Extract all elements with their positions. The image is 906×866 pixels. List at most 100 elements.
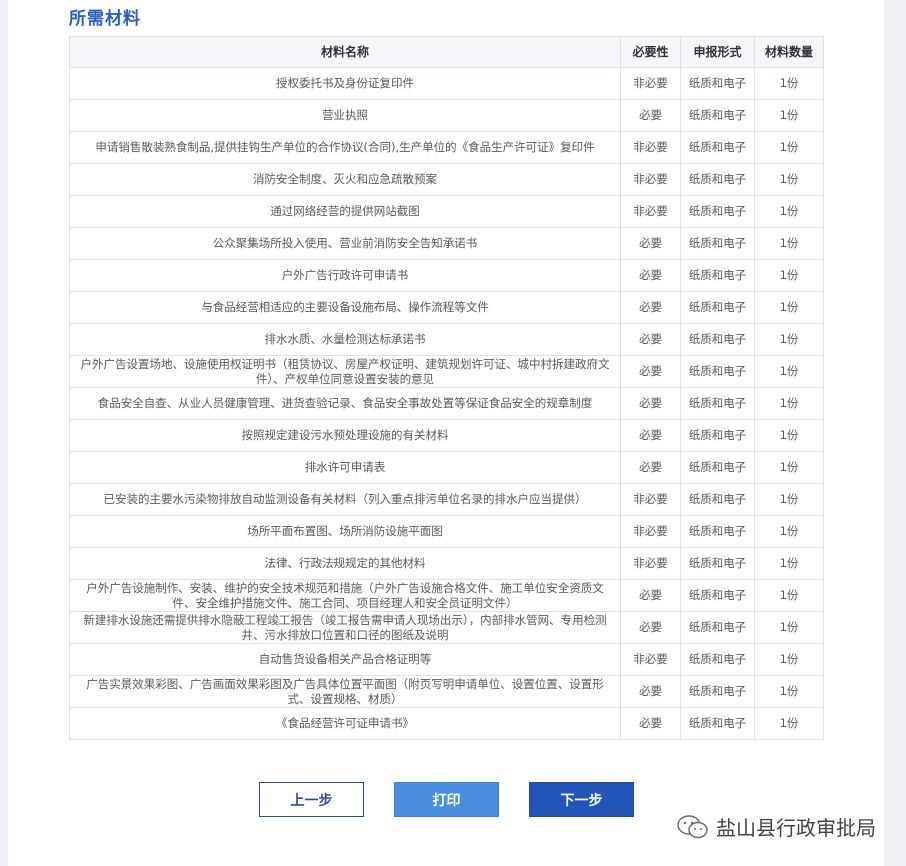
- cell-required: 非必要: [620, 483, 681, 516]
- cell-quantity: 1份: [754, 547, 824, 580]
- cell-name: 食品安全自查、从业人员健康管理、进货查验记录、食品安全事故处置等保证食品安全的规…: [69, 387, 621, 420]
- cell-name: 新建排水设施还需提供排水隐蔽工程竣工报告（竣工报告需申请人现场出示），内部排水管…: [69, 611, 621, 644]
- table-row: 申请销售散装熟食制品,提供挂钩生产单位的合作协议(合同),生产单位的《食品生产许…: [69, 131, 824, 164]
- cell-form: 纸质和电子: [680, 323, 755, 356]
- cell-name: 消防安全制度、灭火和应急疏散预案: [69, 163, 621, 196]
- cell-quantity: 1份: [754, 259, 824, 292]
- cell-required: 必要: [620, 355, 681, 388]
- table-row: 户外广告设置场地、设施使用权证明书（租赁协议、房屋产权证明、建筑规划许可证、城中…: [69, 355, 824, 388]
- cell-form: 纸质和电子: [680, 675, 755, 708]
- table-row: 排水许可申请表 必要 纸质和电子 1份: [69, 451, 824, 484]
- cell-quantity: 1份: [754, 355, 824, 388]
- cell-form: 纸质和电子: [680, 707, 755, 740]
- cell-form: 纸质和电子: [680, 99, 755, 132]
- wechat-icon: [676, 814, 710, 840]
- cell-form: 纸质和电子: [680, 547, 755, 580]
- cell-form: 纸质和电子: [680, 259, 755, 292]
- cell-quantity: 1份: [754, 643, 824, 676]
- cell-form: 纸质和电子: [680, 195, 755, 228]
- cell-quantity: 1份: [754, 451, 824, 484]
- cell-name: 排水水质、水量检测达标承诺书: [69, 323, 621, 356]
- cell-required: 必要: [620, 387, 681, 420]
- table-row: 排水水质、水量检测达标承诺书 必要 纸质和电子 1份: [69, 323, 824, 356]
- cell-required: 非必要: [620, 131, 681, 164]
- table-row: 公众聚集场所投入使用、营业前消防安全告知承诺书 必要 纸质和电子 1份: [69, 227, 824, 260]
- cell-required: 必要: [620, 227, 681, 260]
- cell-required: 非必要: [620, 643, 681, 676]
- cell-name: 营业执照: [69, 99, 621, 132]
- cell-quantity: 1份: [754, 323, 824, 356]
- table-row: 户外广告行政许可申请书 必要 纸质和电子 1份: [69, 259, 824, 292]
- cell-form: 纸质和电子: [680, 67, 755, 100]
- cell-quantity: 1份: [754, 227, 824, 260]
- watermark-text: 盐山县行政审批局: [716, 816, 876, 840]
- header-quantity: 材料数量: [754, 36, 824, 68]
- cell-form: 纸质和电子: [680, 291, 755, 324]
- cell-name: 场所平面布置图、场所消防设施平面图: [69, 515, 621, 548]
- cell-name: 户外广告行政许可申请书: [69, 259, 621, 292]
- table-row: 广告实景效果彩图、广告画面效果彩图及广告具体位置平面图（附页写明申请单位、设置位…: [69, 675, 824, 708]
- header-name: 材料名称: [69, 36, 621, 68]
- cell-form: 纸质和电子: [680, 579, 755, 612]
- watermark: 盐山县行政审批局: [676, 812, 876, 841]
- cell-form: 纸质和电子: [680, 355, 755, 388]
- cell-required: 必要: [620, 259, 681, 292]
- cell-quantity: 1份: [754, 99, 824, 132]
- cell-name: 《食品经营许可证申请书》: [69, 707, 621, 740]
- table-row: 与食品经营相适应的主要设备设施布局、操作流程等文件 必要 纸质和电子 1份: [69, 291, 824, 324]
- content-panel: 所需材料 材料名称 必要性 申报形式 材料数量 授权委托书及身份证复印件 非必要纸…: [8, 0, 884, 866]
- cell-required: 必要: [620, 451, 681, 484]
- cell-name: 户外广告设施制作、安装、维护的安全技术规范和措施（户外广告设施合格文件、施工单位…: [69, 579, 621, 612]
- cell-form: 纸质和电子: [680, 643, 755, 676]
- table-header-row: 材料名称 必要性 申报形式 材料数量: [69, 36, 824, 68]
- cell-form: 纸质和电子: [680, 483, 755, 516]
- cell-quantity: 1份: [754, 611, 824, 644]
- cell-quantity: 1份: [754, 131, 824, 164]
- cell-required: 非必要: [620, 195, 681, 228]
- materials-table: 材料名称 必要性 申报形式 材料数量 授权委托书及身份证复印件 非必要 纸质和电子 1…: [69, 36, 824, 740]
- cell-name: 与食品经营相适应的主要设备设施布局、操作流程等文件: [69, 291, 621, 324]
- cell-form: 纸质和电子: [680, 515, 755, 548]
- cell-form: 纸质和电子: [680, 227, 755, 260]
- table-row: 《食品经营许可证申请书》 必要 纸质和电子 1份: [69, 707, 824, 740]
- cell-name: 按照规定建设污水预处理设施的有关材料: [69, 419, 621, 452]
- table-row: 已安装的主要水污染物排放自动监测设备有关材料（列入重点排污单位名录的排水户应当提…: [69, 483, 824, 516]
- section-title: 所需材料: [69, 9, 141, 29]
- table-row: 自动售货设备相关产品合格证明等 非必要 纸质和电子 1份: [69, 643, 824, 676]
- table-row: 法律、行政法规规定的其他材料 非必要 纸质和电子 1份: [69, 547, 824, 580]
- table-row: 通过网络经营的提供网站截图 非必要 纸质和电子 1份: [69, 195, 824, 228]
- cell-form: 纸质和电子: [680, 451, 755, 484]
- cell-name: 自动售货设备相关产品合格证明等: [69, 643, 621, 676]
- cell-required: 必要: [620, 707, 681, 740]
- cell-required: 必要: [620, 675, 681, 708]
- cell-required: 必要: [620, 291, 681, 324]
- cell-quantity: 1份: [754, 515, 824, 548]
- cell-name: 户外广告设置场地、设施使用权证明书（租赁协议、房屋产权证明、建筑规划许可证、城中…: [69, 355, 621, 388]
- cell-form: 纸质和电子: [680, 387, 755, 420]
- table-row: 户外广告设施制作、安装、维护的安全技术规范和措施（户外广告设施合格文件、施工单位…: [69, 579, 824, 612]
- cell-name: 广告实景效果彩图、广告画面效果彩图及广告具体位置平面图（附页写明申请单位、设置位…: [69, 675, 621, 708]
- cell-quantity: 1份: [754, 67, 824, 100]
- cell-form: 纸质和电子: [680, 163, 755, 196]
- cell-quantity: 1份: [754, 387, 824, 420]
- next-step-button[interactable]: 下一步: [529, 782, 634, 817]
- table-row: 食品安全自查、从业人员健康管理、进货查验记录、食品安全事故处置等保证食品安全的规…: [69, 387, 824, 420]
- cell-quantity: 1份: [754, 291, 824, 324]
- cell-name: 法律、行政法规规定的其他材料: [69, 547, 621, 580]
- header-form: 申报形式: [680, 36, 755, 68]
- cell-required: 必要: [620, 323, 681, 356]
- table-row: 授权委托书及身份证复印件 非必要 纸质和电子 1份: [69, 67, 824, 100]
- header-required: 必要性: [620, 36, 681, 68]
- table-row: 消防安全制度、灭火和应急疏散预案 非必要 纸质和电子 1份: [69, 163, 824, 196]
- prev-step-button[interactable]: 上一步: [259, 782, 364, 817]
- print-button[interactable]: 打印: [394, 782, 499, 817]
- cell-required: 必要: [620, 99, 681, 132]
- cell-required: 必要: [620, 419, 681, 452]
- cell-quantity: 1份: [754, 195, 824, 228]
- cell-quantity: 1份: [754, 419, 824, 452]
- cell-quantity: 1份: [754, 483, 824, 516]
- cell-quantity: 1份: [754, 163, 824, 196]
- cell-quantity: 1份: [754, 675, 824, 708]
- table-row: 按照规定建设污水预处理设施的有关材料 必要 纸质和电子 1份: [69, 419, 824, 452]
- cell-name: 通过网络经营的提供网站截图: [69, 195, 621, 228]
